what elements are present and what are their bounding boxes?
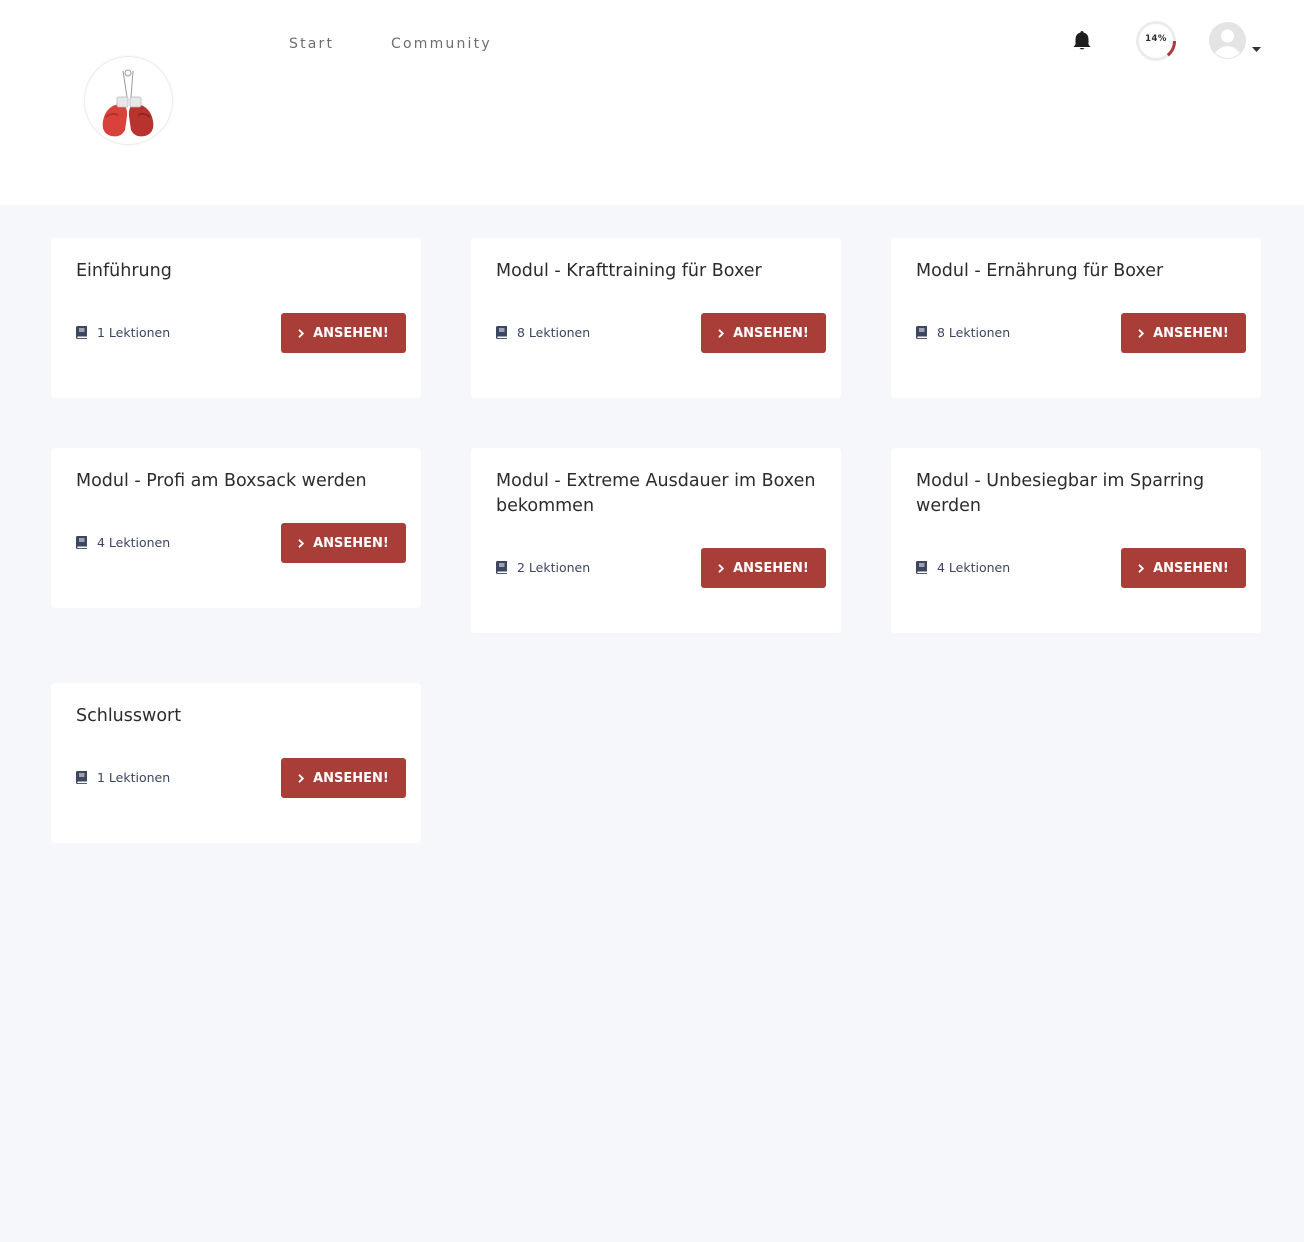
- module-card-schlusswort: Schlusswort 1 Lektionen ANSEHEN!: [51, 683, 421, 843]
- caret-down-icon[interactable]: [1252, 37, 1261, 52]
- book-icon: [496, 325, 507, 339]
- module-title: Schlusswort: [76, 706, 182, 726]
- book-icon: [496, 560, 507, 574]
- view-button[interactable]: ANSEHEN!: [1121, 313, 1246, 353]
- lesson-count: 1 Lektionen: [76, 769, 170, 785]
- book-icon: [76, 325, 87, 339]
- chevron-right-icon: [298, 773, 305, 783]
- chevron-right-icon: [298, 538, 305, 548]
- view-button-label: ANSEHEN!: [733, 325, 809, 341]
- module-card-krafttraining: Modul - Krafttraining für Boxer 8 Lektio…: [471, 238, 841, 398]
- chevron-right-icon: [718, 563, 725, 573]
- lesson-count-text: 2 Lektionen: [517, 559, 591, 575]
- view-button-label: ANSEHEN!: [1153, 325, 1229, 341]
- view-button[interactable]: ANSEHEN!: [701, 548, 826, 588]
- top-header: Start Community 14%: [0, 0, 1304, 205]
- boxing-gloves-logo-icon[interactable]: [84, 56, 173, 145]
- user-avatar-icon[interactable]: [1209, 22, 1246, 59]
- bell-icon[interactable]: [1071, 29, 1093, 51]
- chevron-right-icon: [718, 328, 725, 338]
- lesson-count-text: 1 Lektionen: [97, 769, 171, 785]
- lesson-count-text: 8 Lektionen: [517, 324, 591, 340]
- course-progress-indicator[interactable]: 14%: [1135, 20, 1177, 62]
- lesson-count: 2 Lektionen: [496, 559, 590, 575]
- module-card-einfuehrung: Einführung 1 Lektionen ANSEHEN!: [51, 238, 421, 398]
- book-icon: [76, 535, 87, 549]
- module-title: Modul - Extreme Ausdauer im Boxen bekomm…: [496, 471, 816, 516]
- chevron-right-icon: [1138, 328, 1145, 338]
- chevron-right-icon: [1138, 563, 1145, 573]
- view-button-label: ANSEHEN!: [313, 535, 389, 551]
- view-button[interactable]: ANSEHEN!: [281, 523, 406, 563]
- lesson-count-text: 8 Lektionen: [937, 324, 1011, 340]
- view-button[interactable]: ANSEHEN!: [1121, 548, 1246, 588]
- module-title: Modul - Profi am Boxsack werden: [76, 471, 367, 491]
- lesson-count: 4 Lektionen: [916, 559, 1010, 575]
- view-button-label: ANSEHEN!: [1153, 560, 1229, 576]
- view-button-label: ANSEHEN!: [313, 770, 389, 786]
- lesson-count-text: 1 Lektionen: [97, 324, 171, 340]
- module-card-boxsack: Modul - Profi am Boxsack werden 4 Lektio…: [51, 448, 421, 608]
- book-icon: [916, 560, 927, 574]
- view-button[interactable]: ANSEHEN!: [281, 313, 406, 353]
- module-card-sparring: Modul - Unbesiegbar im Sparring werden 4…: [891, 448, 1261, 633]
- module-title: Modul - Unbesiegbar im Sparring werden: [916, 471, 1205, 516]
- module-title: Einführung: [76, 261, 172, 281]
- chevron-right-icon: [298, 328, 305, 338]
- book-icon: [76, 770, 87, 784]
- lesson-count: 8 Lektionen: [916, 324, 1010, 340]
- nav-link-community[interactable]: Community: [391, 36, 492, 52]
- module-card-ernaehrung: Modul - Ernährung für Boxer 8 Lektionen …: [891, 238, 1261, 398]
- lesson-count: 1 Lektionen: [76, 324, 170, 340]
- lesson-count: 8 Lektionen: [496, 324, 590, 340]
- view-button-label: ANSEHEN!: [313, 325, 389, 341]
- lesson-count-text: 4 Lektionen: [97, 534, 171, 550]
- module-title: Modul - Ernährung für Boxer: [916, 261, 1164, 281]
- nav-link-start[interactable]: Start: [289, 36, 334, 52]
- view-button[interactable]: ANSEHEN!: [281, 758, 406, 798]
- lesson-count: 4 Lektionen: [76, 534, 170, 550]
- progress-percent: 14%: [1145, 34, 1167, 44]
- book-icon: [916, 325, 927, 339]
- module-title: Modul - Krafttraining für Boxer: [496, 261, 762, 281]
- lesson-count-text: 4 Lektionen: [937, 559, 1011, 575]
- module-card-ausdauer: Modul - Extreme Ausdauer im Boxen bekomm…: [471, 448, 841, 633]
- view-button-label: ANSEHEN!: [733, 560, 809, 576]
- view-button[interactable]: ANSEHEN!: [701, 313, 826, 353]
